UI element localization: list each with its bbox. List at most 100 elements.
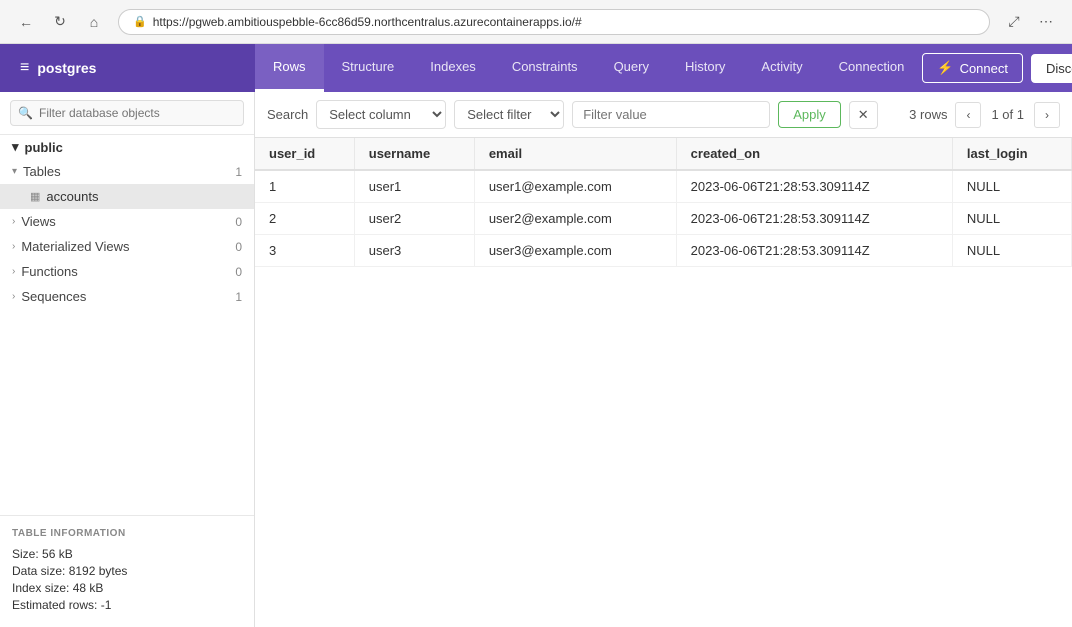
chevron-right-icon: › [12,216,15,227]
top-nav: ≡ postgres Rows Structure Indexes Constr… [0,44,1072,92]
cell-user-id: 1 [255,170,354,203]
tab-rows[interactable]: Rows [255,44,324,92]
tab-activity[interactable]: Activity [743,44,820,92]
sidebar-group-sequences[interactable]: › Sequences 1 [0,284,254,309]
tab-indexes[interactable]: Indexes [412,44,494,92]
search-label: Search [267,107,308,122]
menu-button[interactable]: ⋯ [1032,8,1060,36]
back-button[interactable]: ← [12,8,40,36]
cell-user-id: 3 [255,235,354,267]
search-icon: 🔍 [18,106,33,120]
size-row: Size: 56 kB [12,547,242,561]
nav-actions: ⚡ Connect Disconnect [922,53,1072,83]
tab-query[interactable]: Query [596,44,667,92]
col-email: email [474,138,676,170]
connect-label: Connect [960,61,1008,76]
data-table-wrap: user_id username email created_on last_l… [255,138,1072,627]
app-logo: ≡ postgres [0,44,255,92]
tables-count: 1 [235,165,242,179]
refresh-button[interactable]: ↻ [46,8,74,36]
cell-email: user3@example.com [474,235,676,267]
next-page-button[interactable]: › [1034,102,1060,128]
sidebar-item-accounts[interactable]: ▦ accounts [0,184,254,209]
schema-name: public [25,140,63,155]
table-header: user_id username email created_on last_l… [255,138,1072,170]
index-size-row: Index size: 48 kB [12,581,242,595]
url-text: https://pgweb.ambitiouspebble-6cc86d59.n… [153,15,582,29]
connect-button[interactable]: ⚡ Connect [922,53,1023,83]
filter-value-input[interactable] [572,101,770,128]
tab-constraints[interactable]: Constraints [494,44,596,92]
chevron-down-icon: ▾ [12,166,17,177]
filter-bar: Search Select column Select filter Apply… [255,92,1072,138]
functions-label: Functions [21,264,77,279]
sequences-label: Sequences [21,289,86,304]
table-name-accounts: accounts [46,189,98,204]
views-count: 0 [235,215,242,229]
table-row: 2 user2 user2@example.com 2023-06-06T21:… [255,203,1072,235]
cell-created-on: 2023-06-06T21:28:53.309114Z [676,203,952,235]
sequences-header[interactable]: › Sequences 1 [0,284,254,309]
sidebar: 🔍 ▾ public ▾ Tables 1 ▦ [0,92,255,627]
sidebar-group-tables[interactable]: ▾ Tables 1 ▦ accounts [0,159,254,209]
tables-header[interactable]: ▾ Tables 1 [0,159,254,184]
cell-created-on: 2023-06-06T21:28:53.309114Z [676,235,952,267]
tab-structure[interactable]: Structure [324,44,413,92]
cell-username: user1 [354,170,474,203]
cell-username: user2 [354,203,474,235]
col-last-login: last_login [952,138,1071,170]
chevron-right-icon-4: › [12,291,15,302]
prev-page-button[interactable]: ‹ [955,102,981,128]
mat-views-header[interactable]: › Materialized Views 0 [0,234,254,259]
data-table: user_id username email created_on last_l… [255,138,1072,267]
cell-user-id: 2 [255,203,354,235]
table-info-panel: TABLE INFORMATION Size: 56 kB Data size:… [0,515,254,627]
table-row: 1 user1 user1@example.com 2023-06-06T21:… [255,170,1072,203]
header-row: user_id username email created_on last_l… [255,138,1072,170]
tab-connection[interactable]: Connection [821,44,923,92]
address-bar[interactable]: 🔒 https://pgweb.ambitiouspebble-6cc86d59… [118,9,990,35]
app-container: ≡ postgres Rows Structure Indexes Constr… [0,44,1072,627]
disconnect-button[interactable]: Disconnect [1031,54,1072,83]
cell-created-on: 2023-06-06T21:28:53.309114Z [676,170,952,203]
filter-input[interactable] [10,100,244,126]
mat-views-count: 0 [235,240,242,254]
functions-header[interactable]: › Functions 0 [0,259,254,284]
chevron-right-icon-3: › [12,266,15,277]
estimated-rows-row: Estimated rows: -1 [12,598,242,612]
tables-label: Tables [23,164,61,179]
views-label: Views [21,214,55,229]
content-area: Search Select column Select filter Apply… [255,92,1072,627]
sidebar-group-functions[interactable]: › Functions 0 [0,259,254,284]
cell-username: user3 [354,235,474,267]
table-info-title: TABLE INFORMATION [12,528,242,539]
table-row: 3 user3 user3@example.com 2023-06-06T21:… [255,235,1072,267]
cell-last-login: NULL [952,235,1071,267]
sequences-count: 1 [235,290,242,304]
sidebar-group-views[interactable]: › Views 0 [0,209,254,234]
clear-button[interactable]: ✕ [849,101,878,129]
extensions-button[interactable]: ⤢ [1000,8,1028,36]
sidebar-group-mat-views[interactable]: › Materialized Views 0 [0,234,254,259]
col-user-id: user_id [255,138,354,170]
table-body: 1 user1 user1@example.com 2023-06-06T21:… [255,170,1072,267]
functions-count: 0 [235,265,242,279]
column-select[interactable]: Select column [316,100,446,129]
data-size-row: Data size: 8192 bytes [12,564,242,578]
tab-history[interactable]: History [667,44,743,92]
cell-last-login: NULL [952,170,1071,203]
schema-label: ▾ public [0,135,254,159]
lock-icon: 🔒 [133,15,147,28]
collapse-icon: ▾ [12,139,19,155]
home-button[interactable]: ⌂ [80,8,108,36]
menu-icon: ≡ [20,59,29,77]
nav-tabs: Rows Structure Indexes Constraints Query… [255,44,922,92]
apply-button[interactable]: Apply [778,101,841,128]
filter-wrap: 🔍 [10,100,244,126]
filter-type-select[interactable]: Select filter [454,100,564,129]
col-username: username [354,138,474,170]
rows-count: 3 rows [909,107,947,122]
views-header[interactable]: › Views 0 [0,209,254,234]
browser-nav-buttons: ← ↻ ⌂ [12,8,108,36]
cell-email: user2@example.com [474,203,676,235]
